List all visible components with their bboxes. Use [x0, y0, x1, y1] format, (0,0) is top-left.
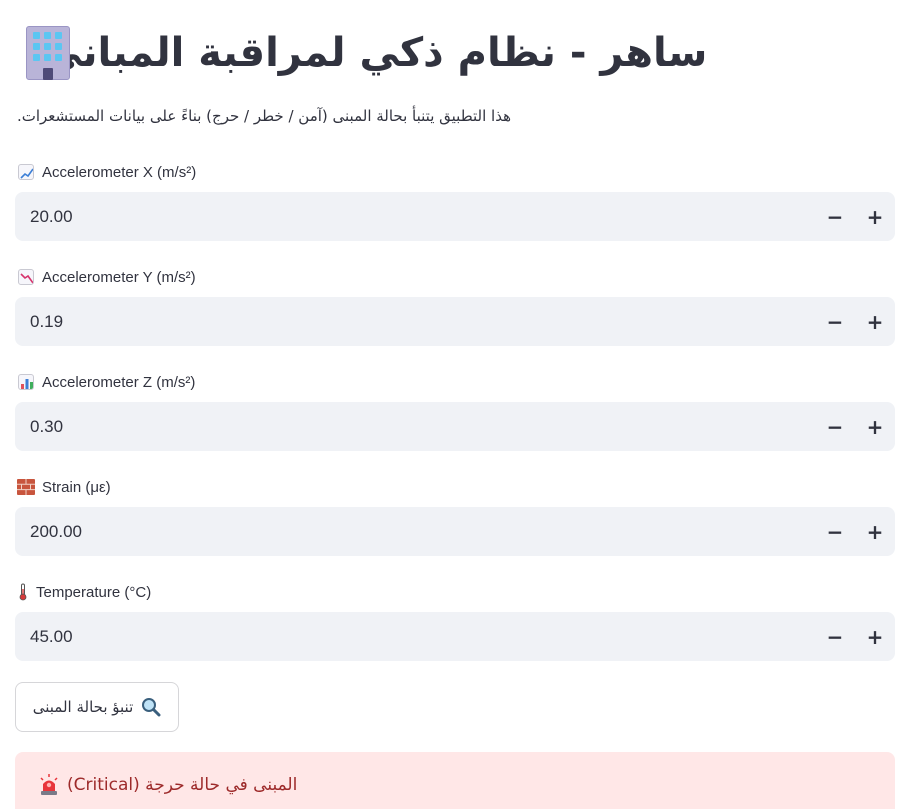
- predict-button[interactable]: تنبؤ بحالة المبنى: [15, 682, 179, 732]
- strain-label: Strain (με): [17, 476, 111, 498]
- increment-button[interactable]: +: [855, 402, 895, 451]
- chart-increasing-icon: [17, 163, 35, 181]
- magnifying-glass-icon: [141, 697, 161, 717]
- decrement-button[interactable]: −: [815, 507, 855, 556]
- critical-status-alert: المبنى في حالة حرجة (Critical): [15, 752, 895, 809]
- accelerometer-x-input[interactable]: − +: [15, 192, 895, 241]
- decrement-button[interactable]: −: [815, 612, 855, 661]
- temperature-value[interactable]: [15, 626, 815, 647]
- page-title: ساهر - نظام ذكي لمراقبة المباني: [42, 30, 708, 76]
- accelerometer-z-label: Accelerometer Z (m/s²): [17, 371, 195, 393]
- accelerometer-z-input[interactable]: − +: [15, 402, 895, 451]
- chart-decreasing-icon: [17, 268, 35, 286]
- bar-chart-icon: [17, 373, 35, 391]
- strain-input[interactable]: − +: [15, 507, 895, 556]
- page-header: ساهر - نظام ذكي لمراقبة المباني: [20, 18, 707, 88]
- temperature-input[interactable]: − +: [15, 612, 895, 661]
- increment-button[interactable]: +: [855, 192, 895, 241]
- decrement-button[interactable]: −: [815, 402, 855, 451]
- page-description: هذا التطبيق يتنبأ بحالة المبنى (آمن / خط…: [16, 107, 511, 125]
- accelerometer-x-label: Accelerometer X (m/s²): [17, 161, 196, 183]
- increment-button[interactable]: +: [855, 612, 895, 661]
- alert-text: المبنى في حالة حرجة (Critical): [67, 775, 298, 795]
- accelerometer-y-input[interactable]: − +: [15, 297, 895, 346]
- decrement-button[interactable]: −: [815, 192, 855, 241]
- decrement-button[interactable]: −: [815, 297, 855, 346]
- brick-icon: [17, 478, 35, 496]
- strain-value[interactable]: [15, 521, 815, 542]
- temperature-label: Temperature (°C): [17, 581, 151, 603]
- accelerometer-x-value[interactable]: [15, 206, 815, 227]
- thermometer-icon: [17, 583, 29, 601]
- accelerometer-y-label: Accelerometer Y (m/s²): [17, 266, 196, 288]
- police-light-icon: [39, 774, 59, 796]
- accelerometer-z-value[interactable]: [15, 416, 815, 437]
- increment-button[interactable]: +: [855, 507, 895, 556]
- increment-button[interactable]: +: [855, 297, 895, 346]
- accelerometer-y-value[interactable]: [15, 311, 815, 332]
- predict-button-label: تنبؤ بحالة المبنى: [32, 698, 134, 716]
